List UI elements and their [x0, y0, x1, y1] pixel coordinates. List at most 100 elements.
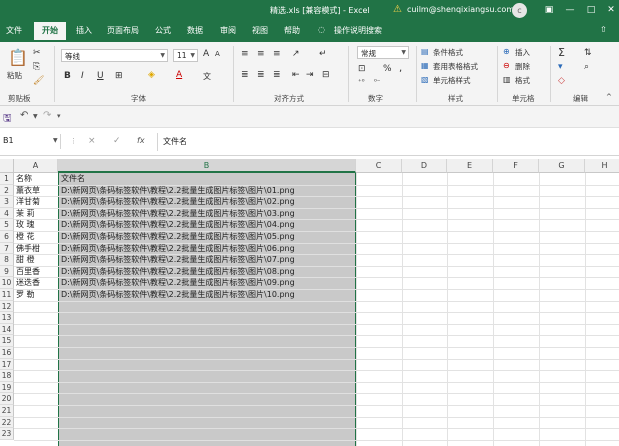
row-header[interactable]: 18 — [0, 370, 14, 382]
row-header[interactable]: 17 — [0, 358, 14, 371]
tell-me-search[interactable]: 操作说明搜索 — [334, 25, 382, 36]
column-header-b[interactable]: B — [58, 159, 356, 173]
phonetic-icon[interactable]: 文 — [203, 71, 211, 82]
decrease-decimal-icon[interactable]: ⁰⁻ — [374, 78, 381, 86]
grow-font-button[interactable]: A — [203, 49, 209, 59]
tab-insert[interactable]: 插入 — [76, 25, 92, 36]
column-header-e[interactable]: E — [447, 159, 493, 173]
row-header[interactable]: 6 — [0, 231, 14, 243]
italic-button[interactable]: I — [81, 71, 84, 81]
cell-file-path[interactable]: D:\新网页\条码标签软件\教程\2.2批量生成图片标签\图片\07.png — [61, 254, 295, 266]
tab-page-layout[interactable]: 页面布局 — [107, 25, 139, 36]
tab-formulas[interactable]: 公式 — [155, 25, 171, 36]
cell-a1[interactable]: 名称 — [16, 173, 32, 185]
cell-file-path[interactable]: D:\新网页\条码标签软件\教程\2.2批量生成图片标签\图片\01.png — [61, 185, 295, 197]
row-header[interactable]: 8 — [0, 254, 14, 266]
row-header[interactable]: 14 — [0, 323, 14, 336]
row-header[interactable]: 23 — [0, 428, 14, 440]
insert-cells-button[interactable]: 插入 — [515, 47, 530, 58]
row-header[interactable]: 21 — [0, 405, 14, 417]
conditional-format-button[interactable]: 条件格式 — [433, 47, 463, 58]
column-header-a[interactable]: A — [14, 159, 58, 173]
autosum-button[interactable]: Σ — [558, 46, 565, 59]
ribbon-display-icon[interactable]: ▣ — [542, 4, 556, 17]
cell-name[interactable]: 洋甘菊 — [16, 196, 40, 208]
cell-name[interactable]: 橙 花 — [16, 231, 35, 243]
cell-name[interactable]: 佛手柑 — [16, 243, 40, 255]
column-header-c[interactable]: C — [356, 159, 402, 173]
tab-home[interactable]: 开始 — [34, 22, 66, 42]
row-header[interactable]: 11 — [0, 289, 14, 301]
shrink-font-button[interactable]: A — [215, 50, 220, 58]
percent-button[interactable]: % — [383, 64, 392, 74]
avatar[interactable]: c — [512, 3, 527, 18]
redo-icon[interactable]: ↷ — [43, 110, 51, 121]
cell-file-path[interactable]: D:\新网页\条码标签软件\教程\2.2批量生成图片标签\图片\02.png — [61, 196, 295, 208]
paste-icon[interactable]: 📋 — [8, 48, 28, 67]
insert-function-button[interactable]: fx — [137, 136, 145, 145]
row-header[interactable]: 4 — [0, 207, 14, 220]
close-icon[interactable]: ✕ — [604, 4, 618, 17]
currency-icon[interactable]: ⊡ — [358, 64, 366, 74]
column-header-g[interactable]: G — [539, 159, 585, 173]
maximize-icon[interactable]: □ — [584, 4, 598, 17]
row-header[interactable]: 10 — [0, 277, 14, 289]
row-header[interactable]: 15 — [0, 335, 14, 347]
undo-dropdown-icon[interactable]: ▼ — [33, 113, 38, 120]
cell-file-path[interactable]: D:\新网页\条码标签软件\教程\2.2批量生成图片标签\图片\04.png — [61, 219, 295, 231]
format-cells-button[interactable]: 格式 — [515, 75, 530, 86]
user-email[interactable]: cuilm@shenqixiangsu.com — [407, 5, 514, 14]
cell-file-path[interactable]: D:\新网页\条码标签软件\教程\2.2批量生成图片标签\图片\10.png — [61, 289, 295, 301]
cell-name[interactable]: 薰衣草 — [16, 185, 40, 197]
customize-toolbar-icon[interactable]: ▾ — [57, 112, 61, 120]
align-right-icon[interactable]: ≣ — [273, 70, 281, 80]
row-header[interactable]: 19 — [0, 381, 14, 394]
cut-icon[interactable]: ✂ — [33, 48, 41, 58]
select-all-button[interactable] — [0, 159, 14, 173]
font-color-button[interactable]: A — [176, 70, 182, 80]
increase-indent-icon[interactable]: ⇥ — [306, 70, 314, 80]
sort-filter-icon[interactable]: ⇅ — [584, 48, 592, 58]
borders-icon[interactable]: ⊞ — [115, 71, 123, 81]
underline-button[interactable]: U — [97, 71, 104, 81]
merge-center-icon[interactable]: ⊟ — [322, 70, 330, 80]
align-middle-icon[interactable]: ≡ — [257, 49, 265, 59]
find-select-icon[interactable]: ⌕ — [584, 62, 589, 72]
cell-b1[interactable]: 文件名 — [61, 173, 85, 185]
worksheet-grid[interactable]: A B C D E F G H 1 2 3 4 5 6 7 8 9 10 11 12 13 14 15 16 1… — [0, 156, 619, 446]
row-header[interactable]: 2 — [0, 184, 14, 197]
tab-review[interactable]: 审阅 — [220, 25, 236, 36]
cell-file-path[interactable]: D:\新网页\条码标签软件\教程\2.2批量生成图片标签\图片\05.png — [61, 231, 295, 243]
format-painter-icon[interactable]: 🖌 — [33, 76, 44, 86]
share-icon[interactable]: ⇧ — [600, 25, 607, 34]
cell-file-path[interactable]: D:\新网页\条码标签软件\教程\2.2批量生成图片标签\图片\08.png — [61, 266, 295, 278]
number-format-select[interactable]: 常规 ▼ — [357, 46, 409, 59]
cell-name[interactable]: 罗 勒 — [16, 289, 35, 301]
column-header-h[interactable]: H — [585, 159, 619, 173]
row-header[interactable]: 20 — [0, 393, 14, 405]
cell-styles-button[interactable]: 单元格样式 — [433, 75, 471, 86]
orientation-icon[interactable]: ↗ — [292, 49, 300, 59]
fill-icon[interactable]: ▾ — [558, 62, 563, 72]
align-center-icon[interactable]: ≣ — [257, 70, 265, 80]
cell-name[interactable]: 迷迭香 — [16, 277, 40, 289]
row-header[interactable]: 5 — [0, 219, 14, 231]
tab-file[interactable]: 文件 — [6, 25, 22, 36]
cell-name[interactable]: 甜 橙 — [16, 254, 35, 266]
format-as-table-button[interactable]: 套用表格格式 — [433, 61, 478, 72]
row-header[interactable]: 13 — [0, 312, 14, 324]
cell-file-path[interactable]: D:\新网页\条码标签软件\教程\2.2批量生成图片标签\图片\09.png — [61, 277, 295, 289]
wrap-text-icon[interactable]: ↵ — [319, 49, 327, 59]
minimize-icon[interactable]: — — [563, 4, 577, 17]
cell-name[interactable]: 茉 莉 — [16, 208, 35, 220]
enter-button[interactable]: ✓ — [113, 136, 121, 146]
row-header[interactable]: 9 — [0, 265, 14, 278]
decrease-indent-icon[interactable]: ⇤ — [292, 70, 300, 80]
bold-button[interactable]: B — [64, 71, 71, 81]
align-bottom-icon[interactable]: ≡ — [273, 49, 281, 59]
copy-icon[interactable]: ⎘ — [33, 62, 40, 72]
row-header[interactable]: 22 — [0, 416, 14, 429]
tab-help[interactable]: 帮助 — [284, 25, 300, 36]
undo-icon[interactable]: ↶ — [20, 110, 28, 121]
increase-decimal-icon[interactable]: ⁺⁰ — [358, 78, 365, 86]
